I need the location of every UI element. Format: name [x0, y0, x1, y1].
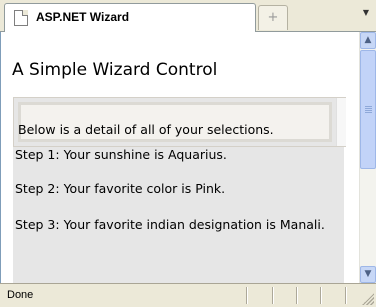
tab-list-dropdown-icon[interactable]: ▼: [360, 7, 372, 19]
status-separator: [320, 287, 322, 304]
vertical-scrollbar[interactable]: ▲ ▼: [359, 32, 376, 283]
scrollbar-grip-icon: [365, 106, 372, 114]
page-viewport: A Simple Wizard Control Below is a detai…: [0, 32, 359, 283]
status-separator: [272, 287, 274, 304]
status-text: Done: [7, 289, 34, 301]
step-2-text: Step 2: Your favorite color is Pink.: [15, 181, 226, 196]
summary-side-stripe: [336, 98, 346, 146]
wizard-control: Below is a detail of all of your selecti…: [13, 95, 347, 283]
summary-text: Below is a detail of all of your selecti…: [18, 122, 274, 137]
page-icon: [14, 10, 28, 26]
summary-panel: Below is a detail of all of your selecti…: [13, 97, 346, 147]
resize-grip-icon[interactable]: [362, 293, 374, 305]
step-3-text: Step 3: Your favorite indian designation…: [15, 217, 325, 232]
status-separator: [246, 287, 248, 304]
step-1-text: Step 1: Your sunshine is Aquarius.: [15, 147, 227, 162]
scroll-up-button[interactable]: ▲: [360, 32, 376, 49]
steps-panel-edge: [344, 147, 346, 283]
page-title: A Simple Wizard Control: [12, 60, 218, 80]
new-tab-button[interactable]: +: [258, 5, 288, 30]
scroll-down-button[interactable]: ▼: [360, 266, 376, 283]
status-separator: [296, 287, 298, 304]
tab-title: ASP.NET Wizard: [36, 10, 130, 24]
tab-strip: ASP.NET Wizard + ▼: [0, 0, 376, 32]
tab-asp-net-wizard[interactable]: ASP.NET Wizard: [4, 3, 256, 32]
status-bar: Done: [0, 283, 376, 307]
status-separator: [345, 287, 347, 304]
scrollbar-thumb[interactable]: [360, 50, 376, 169]
steps-panel: Step 1: Your sunshine is Aquarius. Step …: [13, 147, 346, 283]
